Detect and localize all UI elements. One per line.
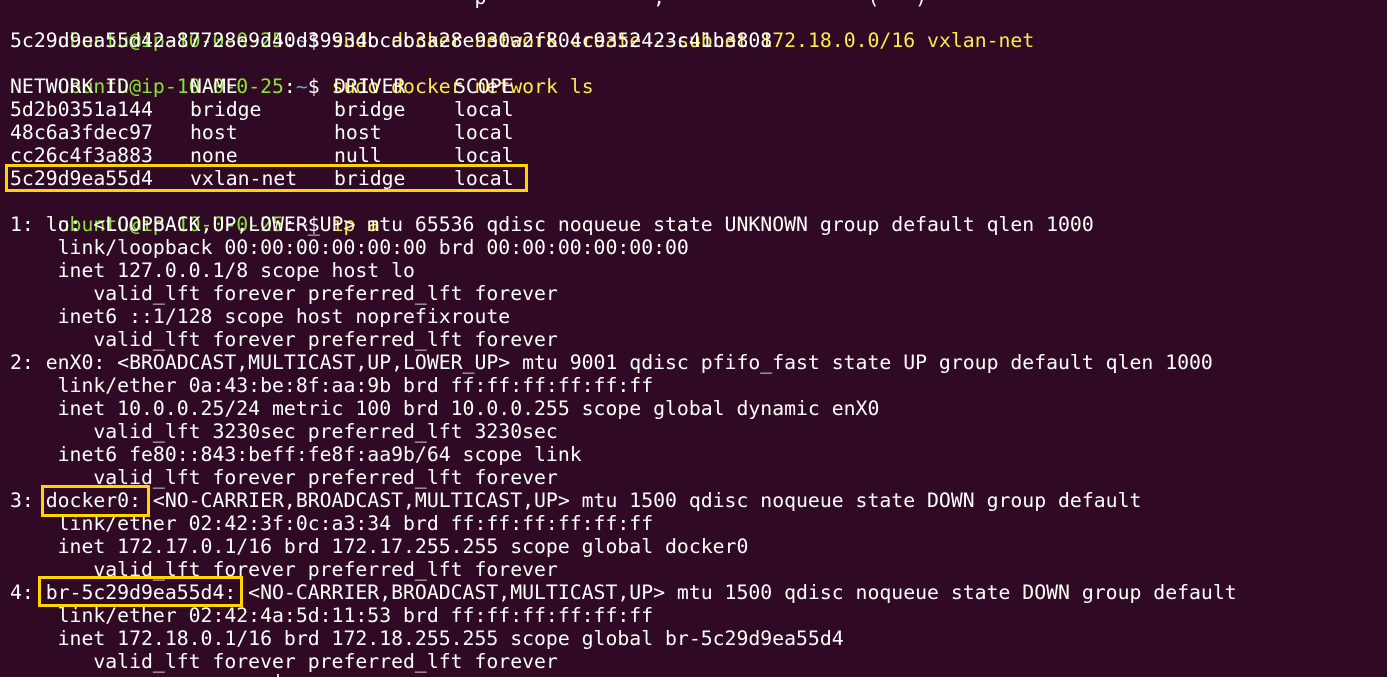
network-table-row: 5d2b0351a144 bridge bridge local	[10, 98, 514, 121]
command-output-network-id: 5c29d9ea55d42a87728e9d40d39934bcab3a28e9…	[10, 29, 773, 52]
network-id-cell: 48c6a3fdec97	[10, 121, 153, 144]
prompt-symbol: $	[307, 75, 332, 98]
network-scope-cell: local	[454, 98, 514, 121]
ip-output-line: inet 172.18.0.1/16 brd 172.18.255.255 sc…	[10, 627, 844, 650]
terminal-window[interactable]: p , ( ) ubuntu@ip-10-0-0-25:~$ sudo dock…	[0, 0, 1387, 677]
network-scope-cell: local	[454, 144, 514, 167]
terminal-prompt-line: ubuntu@ip-10-0-0-25:~$ sudo docker netwo…	[10, 52, 594, 98]
ip-output-line: inet 127.0.0.1/8 scope host lo	[10, 259, 415, 282]
network-scope-cell: local	[454, 167, 514, 190]
column-header-scope: SCOPE	[454, 75, 514, 98]
ip-output-line-docker0: 3: docker0: <NO-CARRIER,BROADCAST,MULTIC…	[10, 489, 1142, 512]
ip-output-line-bridge-vxlan: 4: br-5c29d9ea55d4: <NO-CARRIER,BROADCAS…	[10, 581, 1237, 604]
ip-output-line: valid_lft forever preferred_lft forever	[10, 466, 558, 489]
network-id-cell: 5c29d9ea55d4	[10, 167, 153, 190]
network-driver-cell: null	[334, 144, 382, 167]
terminal-prompt-line: ubuntu@ip-10-0-0-25:~$ ip a	[10, 190, 380, 236]
prompt-separator: :	[283, 75, 296, 98]
ip-output-line: valid_lft forever preferred_lft forever	[10, 282, 558, 305]
network-name-cell: host	[190, 121, 238, 144]
ip-output-line: inet6 fe80::843:beff:fe8f:aa9b/64 scope …	[10, 443, 582, 466]
network-driver-cell: bridge	[334, 98, 406, 121]
terminal-prompt-line: ubuntu@ip-10-0-0-25:~$ sudo docker netwo…	[10, 6, 1035, 52]
network-driver-cell: host	[334, 121, 382, 144]
column-header-name: NAME	[190, 75, 238, 98]
ip-output-line: 2: enX0: <BROADCAST,MULTICAST,UP,LOWER_U…	[10, 351, 1213, 374]
network-id-cell: cc26c4f3a883	[10, 144, 153, 167]
ip-output-line: inet 172.17.0.1/16 brd 172.17.255.255 sc…	[10, 535, 749, 558]
ip-output-line: link/loopback 00:00:00:00:00:00 brd 00:0…	[10, 236, 689, 259]
ip-output-line: valid_lft forever preferred_lft forever	[10, 650, 558, 673]
network-name-cell: none	[190, 144, 238, 167]
network-table-row: cc26c4f3a883 none null local	[10, 144, 514, 167]
prompt-path: ~	[295, 75, 308, 98]
network-name-cell: bridge	[190, 98, 262, 121]
network-driver-cell: bridge	[334, 167, 406, 190]
ip-output-line: valid_lft 3230sec preferred_lft 3230sec	[10, 420, 558, 443]
ip-output-line: inet6 ::1/128 scope host noprefixroute	[10, 305, 511, 328]
ip-output-line: inet 10.0.0.25/24 metric 100 brd 10.0.0.…	[10, 397, 880, 420]
network-table-row: 48c6a3fdec97 host host local	[10, 121, 514, 144]
ip-output-line: link/ether 0a:43:be:8f:aa:9b brd ff:ff:f…	[10, 374, 654, 397]
ip-output-line: valid_lft forever preferred_lft forever	[10, 558, 558, 581]
terminal-line-cut-bottom: |	[10, 671, 1022, 677]
network-table-header: NETWORK ID NAME DRIVER SCOPE	[10, 75, 514, 98]
ip-output-line: valid_lft forever preferred_lft forever	[10, 328, 558, 351]
network-name-cell: vxlan-net	[190, 167, 298, 190]
network-id-cell: 5d2b0351a144	[10, 98, 153, 121]
column-header-network-id: NETWORK ID	[10, 75, 130, 98]
ip-output-line: link/ether 02:42:4a:5d:11:53 brd ff:ff:f…	[10, 604, 654, 627]
ip-output-line: link/ether 02:42:3f:0c:a3:34 brd ff:ff:f…	[10, 512, 654, 535]
column-header-driver: DRIVER	[334, 75, 406, 98]
network-scope-cell: local	[454, 121, 514, 144]
network-table-row-vxlan-net: 5c29d9ea55d4 vxlan-net bridge local	[10, 167, 514, 190]
ip-output-line: 1: lo: <LOOPBACK,UP,LOWER_UP> mtu 65536 …	[10, 213, 1094, 236]
